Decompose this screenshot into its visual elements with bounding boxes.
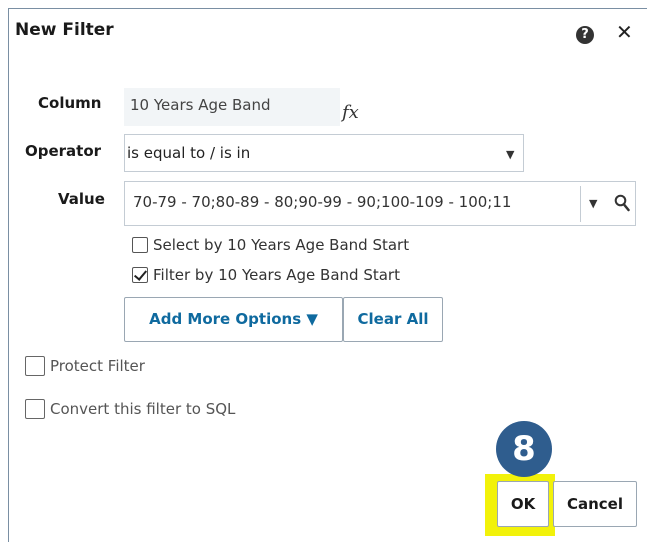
value-divider: [580, 186, 581, 222]
select-by-option[interactable]: Select by 10 Years Age Band Start: [132, 236, 409, 254]
dialog-title: New Filter: [15, 20, 114, 40]
operator-select[interactable]: is equal to / is in ▼: [124, 134, 524, 172]
convert-sql-label: Convert this filter to SQL: [50, 400, 236, 418]
clear-all-button[interactable]: Clear All: [343, 297, 443, 342]
protect-filter-label: Protect Filter: [50, 357, 145, 375]
add-more-options-button[interactable]: Add More Options ▼: [124, 297, 343, 342]
convert-sql-checkbox[interactable]: [25, 399, 45, 419]
column-field: 10 Years Age Band: [124, 88, 340, 126]
operator-label: Operator: [25, 142, 102, 160]
value-input[interactable]: 70-79 - 70;80-89 - 80;90-99 - 90;100-109…: [124, 181, 636, 226]
close-icon[interactable]: ✕: [616, 20, 633, 44]
fx-button[interactable]: fx: [342, 102, 359, 123]
chevron-down-icon[interactable]: ▼: [589, 197, 597, 210]
step-badge: 8: [496, 421, 552, 477]
value-text: 70-79 - 70;80-89 - 80;90-99 - 90;100-109…: [133, 193, 512, 211]
select-by-label: Select by 10 Years Age Band Start: [153, 236, 410, 254]
operator-value: is equal to / is in: [127, 144, 251, 162]
column-label: Column: [38, 94, 102, 112]
select-by-checkbox[interactable]: [132, 237, 148, 253]
filter-by-option[interactable]: Filter by 10 Years Age Band Start: [132, 266, 400, 284]
filter-by-checkbox[interactable]: [132, 267, 148, 283]
filter-by-label: Filter by 10 Years Age Band Start: [153, 266, 400, 284]
search-icon[interactable]: [614, 194, 630, 212]
protect-filter-checkbox[interactable]: [25, 356, 45, 376]
value-label: Value: [58, 190, 105, 208]
question-icon[interactable]: ?: [576, 26, 594, 44]
ok-button[interactable]: OK: [497, 481, 549, 527]
protect-filter-option[interactable]: Protect Filter: [25, 356, 145, 376]
cancel-button[interactable]: Cancel: [553, 481, 637, 527]
chevron-down-icon: ▼: [506, 148, 515, 161]
convert-sql-option[interactable]: Convert this filter to SQL: [25, 399, 235, 419]
